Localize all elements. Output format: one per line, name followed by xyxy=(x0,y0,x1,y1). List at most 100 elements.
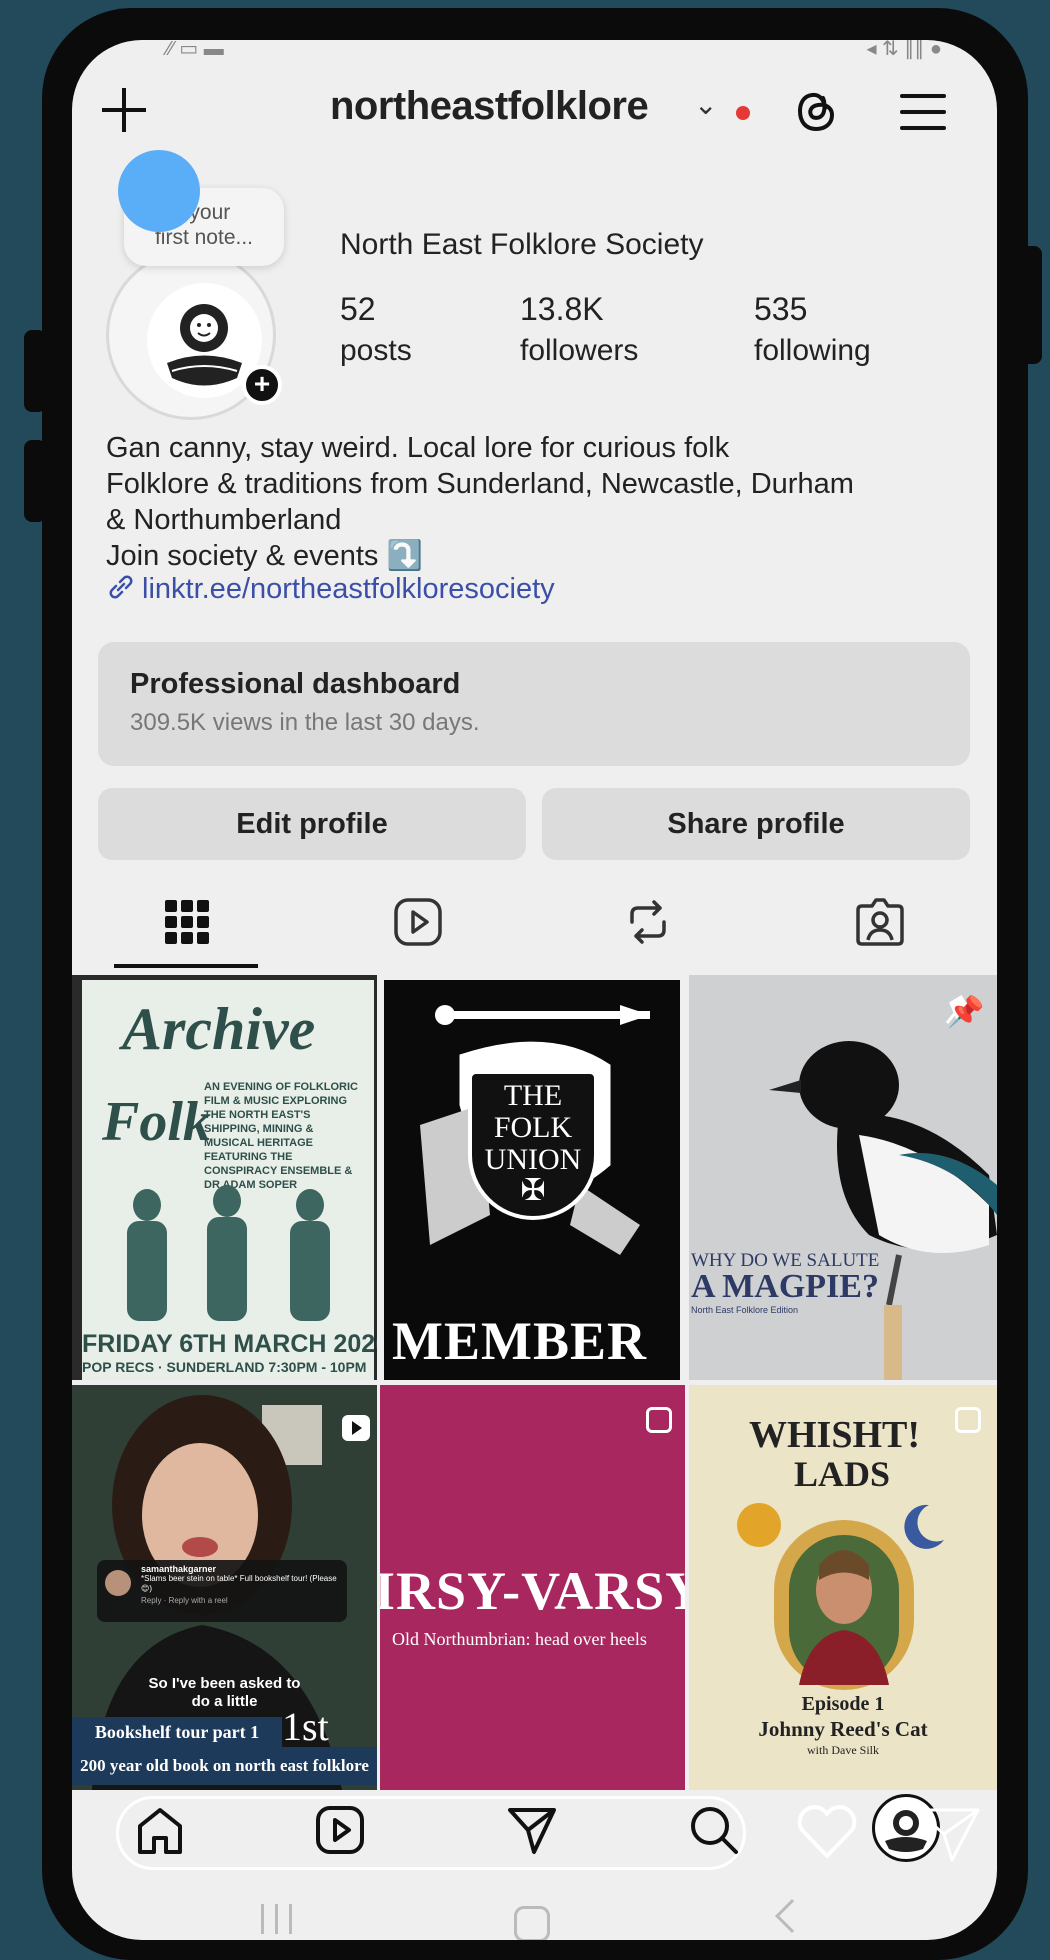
post-bookshelf-reel[interactable]: samanthakgarner *Slams beer stein on tab… xyxy=(72,1385,377,1790)
whisht-name: Johnny Reed's Cat xyxy=(758,1717,928,1741)
followers-count[interactable]: 13.8K followers xyxy=(520,288,638,372)
nav-pill xyxy=(116,1796,746,1870)
portrait-frame-illustration xyxy=(737,1503,944,1690)
search-icon[interactable] xyxy=(684,1800,744,1860)
bio-line: & Northumberland xyxy=(106,504,342,536)
screen: ⁄⁄ ▭ ▬ ◂ ⇅ ∥∥ ● northeastfolklore ⌄ + t … xyxy=(72,40,997,1940)
status-bar: ⁄⁄ ▭ ▬ ◂ ⇅ ∥∥ ● xyxy=(72,40,997,60)
whisht-title: WHISHT! xyxy=(749,1414,921,1456)
reel-indicator-icon xyxy=(342,1415,370,1441)
chevron-down-icon[interactable]: ⌄ xyxy=(694,88,717,121)
post-whisht-lads[interactable]: WHISHT! LADS Episode 1 Johnny Reed's Cat… xyxy=(689,1385,997,1790)
reposts-icon[interactable] xyxy=(618,892,678,952)
carousel-icon xyxy=(955,1407,981,1433)
shield-line: FOLK xyxy=(493,1111,573,1144)
home-icon[interactable] xyxy=(130,1800,190,1860)
magpie-line2: A MAGPIE? xyxy=(691,1268,879,1305)
recent-apps-button[interactable] xyxy=(257,1900,297,1934)
three-figures-illustration xyxy=(127,1185,330,1321)
stat-label: following xyxy=(754,334,871,367)
reel-caption: So I've been asked to do a little xyxy=(72,1675,377,1711)
status-icons-left: ⁄⁄ ▭ ▬ xyxy=(167,40,224,60)
tagged-icon[interactable] xyxy=(850,892,910,952)
poster-title-top: Archive xyxy=(122,996,316,1062)
volume-up-button xyxy=(24,330,46,412)
link-icon xyxy=(109,575,133,599)
content-tabs xyxy=(72,880,997,970)
create-plus-icon[interactable] xyxy=(100,80,148,140)
professional-dashboard[interactable]: Professional dashboard 309.5K views in t… xyxy=(98,642,970,766)
cross-icon: ✠ xyxy=(520,1174,546,1207)
poster-venue: POP RECS · SUNDERLAND 7:30PM - 10PM xyxy=(82,1359,367,1375)
magpie-line3: North East Folklore Edition xyxy=(691,1305,799,1315)
send-outline-icon xyxy=(914,1808,980,1862)
post-magpie[interactable]: WHY DO WE SALUTE A MAGPIE? North East Fo… xyxy=(689,975,997,1380)
post-varsy-varsy[interactable]: IRSY-VARSY Old Northumbrian: head over h… xyxy=(380,1385,685,1790)
notification-dot xyxy=(736,106,750,120)
member-banner: MEMBER xyxy=(392,1311,647,1371)
post-folk-union[interactable]: THE FOLK UNION ✠ MEMBER xyxy=(380,975,685,1380)
comment-overlay: samanthakgarner *Slams beer stein on tab… xyxy=(97,1560,347,1622)
comment-user: samanthakgarner xyxy=(141,1564,217,1574)
send-icon[interactable] xyxy=(502,1800,562,1860)
whisht-with: with Dave Silk xyxy=(807,1743,879,1757)
post-archive-folk[interactable]: Archive Folk AN EVENING OF FOLKLORIC FIL… xyxy=(72,975,377,1380)
bottom-nav xyxy=(72,1770,997,1890)
link-text[interactable]: linktr.ee/northeastfolkloresociety xyxy=(142,573,555,605)
menu-icon[interactable] xyxy=(900,90,946,134)
bio: Gan canny, stay weird. Local lore for cu… xyxy=(106,430,986,574)
comment-text: *Slams beer stein on table* Full bookshe… xyxy=(141,1574,337,1593)
magpie-illustration xyxy=(769,994,997,1380)
volume-down-button xyxy=(24,440,46,522)
home-button[interactable] xyxy=(514,1906,550,1940)
stat-value: 52 xyxy=(340,291,376,327)
comment-reply-reel: Reply with a reel xyxy=(168,1596,228,1605)
whisht-episode: Episode 1 xyxy=(801,1693,885,1715)
heart-icon[interactable] xyxy=(792,1796,862,1866)
stat-value: 13.8K xyxy=(520,291,604,327)
caption-line: So I've been asked to xyxy=(148,1675,301,1692)
caption-banner: Bookshelf tour part 1 xyxy=(72,1717,282,1747)
stat-label: followers xyxy=(520,334,639,367)
grid-icon[interactable] xyxy=(157,892,217,952)
whisht-title2: LADS xyxy=(794,1454,891,1494)
display-name: North East Folklore Society xyxy=(340,228,704,261)
bio-line: Gan canny, stay weird. Local lore for cu… xyxy=(106,432,730,464)
system-nav xyxy=(72,1899,997,1940)
poster-title-bottom: Folk xyxy=(102,1091,211,1153)
bio-line: Folklore & traditions from Sunderland, N… xyxy=(106,468,854,500)
shield-line: THE xyxy=(503,1079,563,1112)
power-button xyxy=(1020,246,1042,364)
status-icons-right: ◂ ⇅ ∥∥ ● xyxy=(866,40,942,60)
stat-value: 535 xyxy=(754,291,808,327)
active-tab-indicator xyxy=(114,964,258,968)
poster-date: FRIDAY 6TH MARCH 2026 xyxy=(82,1330,377,1358)
threads-icon[interactable] xyxy=(792,86,840,136)
following-count[interactable]: 535 following xyxy=(754,288,871,372)
union-shield: THE FOLK UNION ✠ xyxy=(468,1070,598,1220)
stat-label: posts xyxy=(340,334,412,367)
commenter-avatar xyxy=(105,1570,131,1596)
share-profile-button[interactable]: Share profile xyxy=(542,788,970,860)
add-story-button[interactable]: + xyxy=(242,365,282,405)
reels-icon[interactable] xyxy=(388,892,448,952)
caption-line: do a little xyxy=(191,1693,258,1710)
touch-indicator xyxy=(118,150,200,232)
back-button[interactable] xyxy=(775,1899,809,1933)
varsy-word: IRSY-VARSY xyxy=(380,1561,685,1621)
posts-count[interactable]: 52 posts xyxy=(340,288,412,372)
edit-profile-button[interactable]: Edit profile xyxy=(98,788,526,860)
bio-line: Join society & events ⤵️ xyxy=(106,540,423,572)
pin-icon: 📌 xyxy=(947,996,985,1029)
varsy-subtitle: Old Northumbrian: head over heels xyxy=(392,1629,647,1649)
shield-line: UNION xyxy=(484,1143,582,1176)
dashboard-title: Professional dashboard xyxy=(130,668,461,700)
carousel-icon xyxy=(646,1407,672,1433)
profile-header: northeastfolklore ⌄ xyxy=(72,80,997,160)
dashboard-subtitle: 309.5K views in the last 30 days. xyxy=(130,709,480,736)
bio-link[interactable]: linktr.ee/northeastfolkloresociety xyxy=(106,572,555,606)
username[interactable]: northeastfolklore xyxy=(330,84,649,129)
reels-nav-icon[interactable] xyxy=(310,1800,370,1860)
reel-badge: 1st xyxy=(282,1704,329,1749)
comment-reply: Reply xyxy=(141,1596,162,1605)
